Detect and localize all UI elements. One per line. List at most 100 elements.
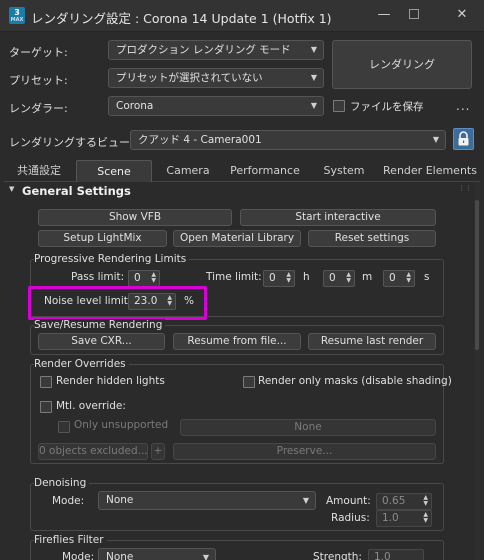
render-only-masks-checkbox[interactable] — [243, 376, 255, 388]
hours-spinner[interactable]: 0 ▲ ▼ — [263, 270, 295, 287]
fireflies-mode-value: None — [106, 551, 134, 560]
chevron-down-icon: ▼ — [202, 553, 209, 560]
denoising-amount-spinner[interactable]: 0.65 ▲ ▼ — [376, 493, 432, 510]
mtl-override-checkbox[interactable] — [40, 401, 52, 413]
seconds-spinner[interactable]: 0 ▲ ▼ — [383, 270, 415, 287]
general-settings-rollout-header[interactable]: ▼ General Settings — [4, 182, 470, 202]
preset-dropdown[interactable]: プリセットが選択されていない ▼ — [108, 68, 324, 88]
app-icon-label: MAX — [10, 17, 24, 23]
denoising-amount-value: 0.65 — [382, 495, 406, 507]
tab-system[interactable]: System — [308, 160, 380, 182]
resume-last-render-button[interactable]: Resume last render — [308, 333, 436, 350]
mtl-override-none-button[interactable]: None — [180, 419, 436, 436]
pass-limit-value: 0 — [134, 272, 141, 284]
reset-settings-button[interactable]: Reset settings — [308, 230, 436, 247]
tab-performance[interactable]: Performance — [224, 160, 306, 182]
view-dropdown[interactable]: クアッド 4 - Camera001 ▼ — [130, 130, 446, 150]
view-label: レンダリングするビュー: — [9, 136, 134, 149]
preset-value: プリセットが選択されていない — [116, 72, 263, 84]
denoising-mode-value: None — [106, 494, 134, 506]
renderer-value: Corona — [116, 100, 154, 112]
lock-view-button[interactable] — [453, 128, 474, 150]
chevron-down-icon: ▼ — [310, 73, 317, 82]
chevron-down-icon: ▼ — [310, 45, 317, 54]
fireflies-title: Fireflies Filter — [34, 534, 107, 546]
only-unsupported-label: Only unsupported — [74, 419, 169, 431]
more-options-button[interactable]: ... — [456, 99, 470, 113]
maximize-icon[interactable] — [394, 0, 434, 32]
renderer-dropdown[interactable]: Corona ▼ — [108, 96, 324, 116]
denoising-radius-value: 1.0 — [382, 512, 399, 524]
spinner-arrows-icon: ▲ ▼ — [151, 271, 156, 284]
collapse-triangle-icon: ▼ — [9, 185, 15, 193]
fireflies-mode-label: Mode: — [62, 551, 95, 560]
minutes-unit: m — [362, 271, 373, 283]
save-cxr-button[interactable]: Save CXR... — [38, 333, 165, 350]
progressive-limits-title: Progressive Rendering Limits — [34, 253, 190, 265]
render-only-masks-label: Render only masks (disable shading) — [258, 375, 452, 387]
seconds-unit: s — [424, 271, 430, 283]
scrollbar-thumb[interactable] — [475, 200, 479, 350]
close-icon[interactable]: ✕ — [442, 0, 482, 32]
seconds-value: 0 — [389, 272, 396, 284]
time-limit-label: Time limit: — [206, 271, 262, 283]
pass-limit-label: Pass limit: — [71, 271, 125, 283]
save-file-label: ファイルを保存 — [350, 101, 424, 113]
denoising-radius-label: Radius: — [331, 512, 370, 524]
denoising-mode-dropdown[interactable]: None ▼ — [98, 491, 316, 510]
add-excluded-button[interactable]: + — [151, 443, 165, 460]
tab-render-elements[interactable]: Render Elements — [382, 160, 478, 182]
fireflies-strength-label: Strength: — [313, 551, 362, 560]
chevron-down-icon: ▼ — [432, 135, 439, 144]
highlight-box — [28, 286, 207, 320]
render-hidden-lights-checkbox[interactable] — [40, 376, 52, 388]
mtl-override-label: Mtl. override: — [56, 400, 126, 412]
preserve-button[interactable]: Preserve... — [173, 443, 436, 460]
app-icon-number: 3 — [14, 8, 20, 17]
tab-common[interactable]: 共通設定 — [4, 160, 74, 182]
chevron-down-icon: ▼ — [302, 496, 309, 505]
preset-label: プリセット: — [9, 74, 68, 87]
open-material-library-button[interactable]: Open Material Library — [173, 230, 301, 247]
save-file-checkbox[interactable] — [333, 100, 345, 112]
objects-excluded-button[interactable]: 0 objects excluded... — [38, 443, 148, 460]
fireflies-strength-spinner[interactable]: 1.0 — [368, 549, 424, 560]
minutes-value: 0 — [329, 272, 336, 284]
app-icon: 3 MAX — [9, 7, 25, 24]
chevron-down-icon: ▼ — [310, 101, 317, 110]
minutes-spinner[interactable]: 0 ▲ ▼ — [323, 270, 355, 287]
target-dropdown[interactable]: プロダクション レンダリング モード ▼ — [108, 40, 324, 60]
resume-from-file-button[interactable]: Resume from file... — [173, 333, 301, 350]
pass-limit-spinner[interactable]: 0 ▲ ▼ — [128, 270, 160, 287]
show-vfb-button[interactable]: Show VFB — [38, 209, 232, 226]
denoising-title: Denoising — [34, 477, 90, 489]
render-button[interactable]: レンダリング — [332, 40, 472, 89]
vertical-scrollbar[interactable] — [474, 182, 480, 560]
general-settings-title: General Settings — [22, 184, 131, 198]
setup-lightmix-button[interactable]: Setup LightMix — [38, 230, 167, 247]
renderer-label: レンダラー: — [9, 102, 68, 115]
spinner-arrows-icon: ▲ ▼ — [406, 271, 411, 284]
denoising-mode-label: Mode: — [52, 495, 85, 507]
panel-grip-icon: ⋮⋮ — [458, 184, 472, 192]
tab-camera[interactable]: Camera — [154, 160, 222, 182]
spinner-arrows-icon: ▲ ▼ — [423, 511, 428, 524]
hours-value: 0 — [269, 272, 276, 284]
tab-scene[interactable]: Scene — [76, 160, 152, 182]
hours-unit: h — [303, 271, 310, 283]
denoising-amount-label: Amount: — [326, 495, 371, 507]
spinner-arrows-icon: ▲ ▼ — [286, 271, 291, 284]
fireflies-strength-value: 1.0 — [374, 551, 391, 560]
view-value: クアッド 4 - Camera001 — [138, 134, 262, 146]
only-unsupported-checkbox[interactable] — [58, 421, 70, 433]
start-interactive-button[interactable]: Start interactive — [240, 209, 436, 226]
title-bar: 3 MAX レンダリング設定 : Corona 14 Update 1 (Hot… — [0, 0, 484, 32]
denoising-radius-spinner[interactable]: 1.0 ▲ ▼ — [376, 510, 432, 527]
spinner-arrows-icon: ▲ ▼ — [423, 494, 428, 507]
lock-icon — [458, 131, 469, 146]
render-hidden-lights-label: Render hidden lights — [56, 375, 165, 387]
spinner-arrows-icon: ▲ ▼ — [346, 271, 351, 284]
render-overrides-title: Render Overrides — [34, 358, 129, 370]
window-title: レンダリング設定 : Corona 14 Update 1 (Hotfix 1) — [31, 11, 332, 26]
fireflies-mode-dropdown[interactable]: None ▼ — [98, 548, 216, 560]
